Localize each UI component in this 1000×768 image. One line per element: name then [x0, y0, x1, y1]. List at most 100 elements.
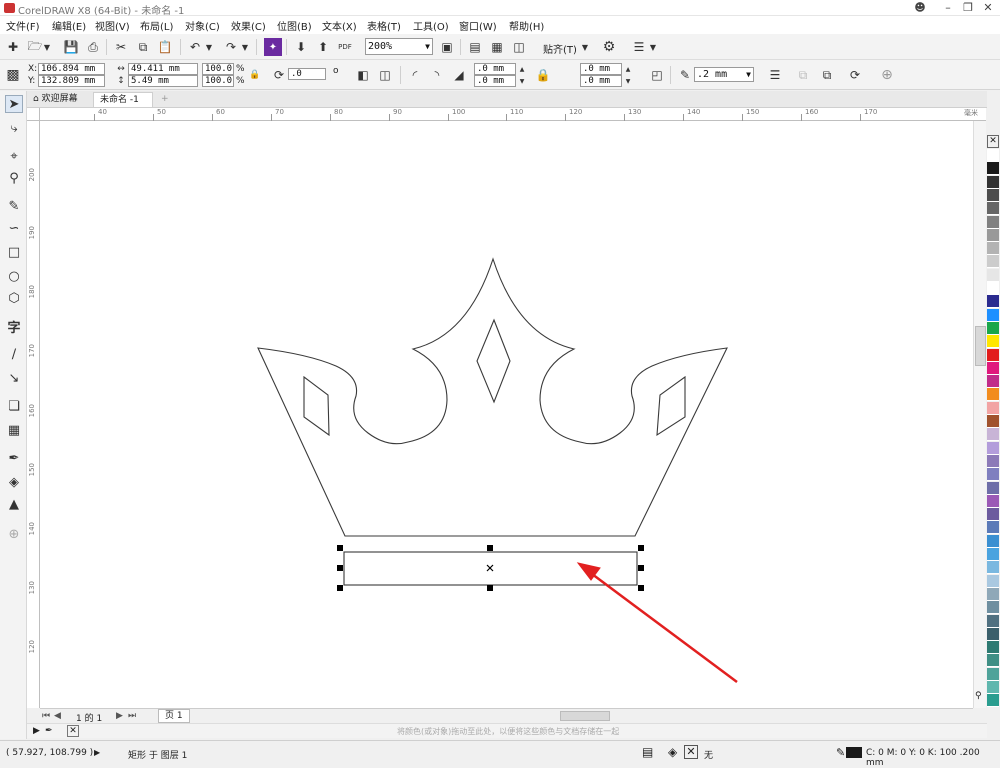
color-swatch[interactable]	[987, 468, 999, 482]
color-swatch[interactable]	[987, 587, 999, 601]
width-field[interactable]: 49.411 mm	[128, 63, 198, 75]
color-swatch[interactable]	[987, 268, 999, 282]
horizontal-scroll-thumb[interactable]	[560, 711, 610, 721]
round-corner-icon[interactable]: ◜	[406, 66, 424, 84]
handle-top-center[interactable]	[487, 545, 493, 551]
no-fill-swatch[interactable]: ✕	[684, 745, 698, 759]
convert-to-curves-icon[interactable]: ⟳	[846, 66, 864, 84]
print-icon[interactable]: ⎙	[84, 38, 102, 56]
corner-radius-bottom-right[interactable]: .0 mm	[580, 75, 622, 87]
shape-tool-icon[interactable]: ⤷	[5, 119, 23, 137]
copy-icon[interactable]: ⧉	[134, 38, 152, 56]
tab-welcome[interactable]: ⌂ 欢迎屏幕	[27, 92, 93, 107]
color-swatch[interactable]	[987, 521, 999, 535]
transparency-icon[interactable]: ▦	[5, 421, 23, 439]
color-swatch[interactable]	[987, 574, 999, 588]
status-expand-icon[interactable]: ▶	[94, 748, 100, 757]
relative-corner-scaling-icon[interactable]: ◰	[648, 66, 666, 84]
height-field[interactable]: 5.49 mm	[128, 75, 198, 87]
ruler-origin[interactable]	[27, 108, 40, 121]
vertical-scrollbar[interactable]: ⚲	[973, 121, 987, 708]
spinner-icon[interactable]: ▲	[518, 63, 526, 75]
new-tab-icon[interactable]: +	[155, 92, 169, 107]
rotation-angle-field[interactable]: .0	[288, 68, 326, 80]
zoom-level-select[interactable]: 200% ▼	[365, 38, 433, 55]
menu-item[interactable]: 窗口(W)	[459, 18, 497, 33]
color-swatch[interactable]	[987, 335, 999, 349]
palette-eyedropper-icon[interactable]: ✒	[45, 726, 53, 736]
color-swatch[interactable]	[987, 242, 999, 256]
polygon-tool-icon[interactable]: ⬡	[5, 289, 23, 307]
account-icon[interactable]: ☻	[910, 0, 930, 15]
spinner-icon[interactable]: ▼	[624, 75, 632, 87]
color-swatch[interactable]	[987, 561, 999, 575]
wrap-text-icon[interactable]: ☰	[766, 66, 784, 84]
drop-shadow-icon[interactable]: ❏	[5, 397, 23, 415]
search-content-icon[interactable]: ✦	[264, 38, 282, 56]
handle-middle-right[interactable]	[638, 565, 644, 571]
color-swatch[interactable]	[987, 175, 999, 189]
open-dropdown-icon[interactable]: ▼	[42, 38, 52, 56]
color-swatch[interactable]	[987, 308, 999, 322]
options-gear-icon[interactable]: ⚙	[600, 38, 618, 56]
color-swatch[interactable]	[987, 641, 999, 655]
outline-color-swatch[interactable]	[846, 747, 862, 758]
smart-fill-icon[interactable]: ▲	[5, 495, 23, 513]
color-swatch[interactable]	[987, 481, 999, 495]
paste-icon[interactable]: 📋	[156, 38, 174, 56]
import-icon[interactable]: ⬇	[292, 38, 310, 56]
handle-middle-left[interactable]	[337, 565, 343, 571]
menu-item[interactable]: 布局(L)	[140, 18, 173, 33]
no-color-swatch[interactable]: ✕	[987, 135, 999, 148]
color-swatch[interactable]	[987, 401, 999, 415]
show-rulers-icon[interactable]: ▤	[466, 38, 484, 56]
snap-to-menu[interactable]: 贴齐(T)	[543, 41, 577, 56]
redo-dropdown-icon[interactable]: ▼	[240, 38, 250, 56]
application-launcher-icon[interactable]: ☰	[630, 38, 648, 56]
interactive-fill-icon[interactable]: ◈	[5, 473, 23, 491]
color-swatch[interactable]	[987, 681, 999, 694]
snap-dropdown-icon[interactable]: ▼	[580, 38, 590, 56]
color-swatch[interactable]	[987, 295, 999, 309]
menu-item[interactable]: 编辑(E)	[52, 18, 86, 33]
close-button[interactable]: ✕	[978, 0, 998, 15]
menu-item[interactable]: 帮助(H)	[509, 18, 544, 33]
menu-item[interactable]: 文本(X)	[322, 18, 357, 33]
freehand-tool-icon[interactable]: ✎	[5, 197, 23, 215]
spinner-icon[interactable]: ▼	[518, 75, 526, 87]
color-swatch[interactable]	[987, 548, 999, 561]
menu-item[interactable]: 文件(F)	[6, 18, 40, 33]
color-swatch[interactable]	[987, 149, 999, 162]
corner-radius-top-right[interactable]: .0 mm	[580, 63, 622, 75]
vertical-ruler[interactable]: 200 190 180 170 160 150 140 130 120	[27, 108, 40, 708]
menu-item[interactable]: 位图(B)	[277, 18, 312, 33]
page-nav-first-icon[interactable]: ⏮	[42, 711, 50, 721]
artistic-media-icon[interactable]: ∽	[5, 219, 23, 237]
menu-item[interactable]: 视图(V)	[95, 18, 130, 33]
zoom-tool-icon[interactable]: ⚲	[5, 169, 23, 187]
ellipse-tool-icon[interactable]: ○	[5, 267, 23, 285]
cut-icon[interactable]: ✂	[112, 38, 130, 56]
undo-icon[interactable]: ↶	[186, 38, 204, 56]
menu-item[interactable]: 表格(T)	[367, 18, 401, 33]
add-icon[interactable]: ⊕	[878, 66, 896, 84]
color-swatch[interactable]	[987, 534, 999, 548]
pick-tool-icon[interactable]: ➤	[5, 95, 23, 113]
save-icon[interactable]: 💾	[62, 38, 80, 56]
y-position-field[interactable]: 132.809 mm	[38, 75, 105, 87]
restore-button[interactable]: ❐	[958, 0, 978, 15]
tab-document[interactable]: 未命名 -1	[93, 92, 153, 107]
handle-top-right[interactable]	[638, 545, 644, 551]
scalloped-corner-icon[interactable]: ◝	[428, 66, 446, 84]
chamfered-corner-icon[interactable]: ◢	[450, 66, 468, 84]
color-swatch[interactable]	[987, 494, 999, 508]
handle-bottom-left[interactable]	[337, 585, 343, 591]
handle-top-left[interactable]	[337, 545, 343, 551]
color-swatch[interactable]	[987, 375, 999, 389]
object-origin-icon[interactable]: ▩	[4, 66, 22, 84]
color-swatch[interactable]	[987, 508, 999, 522]
mirror-vertical-icon[interactable]: ◫	[376, 66, 394, 84]
eyedropper-icon[interactable]: ✒	[5, 449, 23, 467]
handle-bottom-center[interactable]	[487, 585, 493, 591]
corner-radius-bottom-left[interactable]: .0 mm	[474, 75, 516, 87]
